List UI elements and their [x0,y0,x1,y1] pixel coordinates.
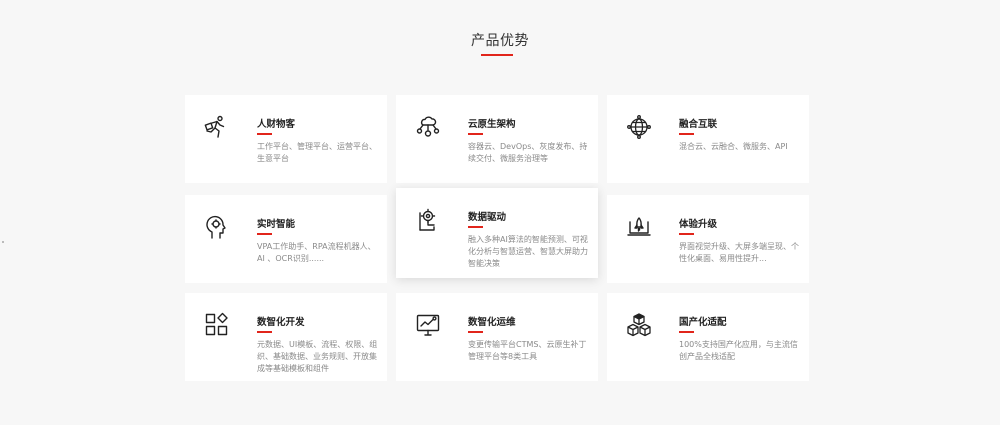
edge-mark [2,241,4,243]
card-underline [679,233,694,235]
advantage-card-experience[interactable]: 体验升级 界面视觉升级、大屏多端呈现、个性化桌面、易用性提升... [607,195,809,283]
card-description: 变更传输平台CTMS、云原生补丁管理平台等8类工具 [468,340,587,361]
advantage-card-people[interactable]: 人财物客 工作平台、管理平台、运营平台、生意平台 [185,95,387,183]
card-underline [257,233,272,235]
card-title: 人财物客 [257,119,296,130]
card-title: 数智化运维 [468,317,516,328]
card-underline [257,133,272,135]
card-underline [468,133,483,135]
card-underline [679,133,694,135]
advantage-card-digital-dev[interactable]: 数智化开发 元数据、UI模板、流程、权限、组织、基础数据、业务规则、开放集成等基… [185,293,387,381]
cloud-network-icon [415,114,441,140]
card-description: 容器云、DevOps、灰度发布、持续交付、微服务治理等 [468,142,588,163]
card-title: 数据驱动 [468,212,507,223]
card-title: 云原生架构 [468,119,516,130]
card-description: 混合云、云融合、微服务、API [679,142,788,151]
card-description: 元数据、UI模板、流程、权限、组织、基础数据、业务规则、开放集成等基础模板和组件 [257,340,378,373]
advantage-card-localization[interactable]: 国产化适配 100%支持国产化应用，与主流信创产品全栈适配 [607,293,809,381]
card-underline [257,331,272,333]
card-title: 数智化开发 [257,317,305,328]
card-description: 100%支持国产化应用，与主流信创产品全栈适配 [679,340,798,361]
advantage-card-data-driven[interactable]: 数据驱动 融入多种AI算法的智能预测、可视化分析与智慧运营、智慧大屏助力智能决策 [396,188,598,278]
advantage-card-integration[interactable]: 融合互联 混合云、云融合、微服务、API [607,95,809,183]
advantage-card-cloud-native[interactable]: 云原生架构 容器云、DevOps、灰度发布、持续交付、微服务治理等 [396,95,598,183]
card-description: VPA工作助手、RPA流程机器人、AI 、OCR识别...... [257,242,376,263]
running-person-icon [204,114,230,140]
advantage-card-realtime-ai[interactable]: 实时智能 VPA工作助手、RPA流程机器人、AI 、OCR识别...... [185,195,387,283]
card-title: 体验升级 [679,219,718,230]
card-description: 工作平台、管理平台、运营平台、生意平台 [257,142,377,163]
title-underline [481,54,513,56]
grid-blocks-icon [204,312,230,338]
card-title: 融合互联 [679,119,718,130]
data-drive-icon [415,207,441,233]
card-description: 界面视觉升级、大屏多端呈现、个性化桌面、易用性提升... [679,242,799,263]
card-title: 实时智能 [257,219,296,230]
section-title: 产品优势 [471,33,529,49]
monitor-chart-icon [415,312,441,338]
card-underline [468,331,483,333]
head-brain-icon [204,214,230,240]
advantage-card-digital-ops[interactable]: 数智化运维 变更传输平台CTMS、云原生补丁管理平台等8类工具 [396,293,598,381]
card-description: 融入多种AI算法的智能预测、可视化分析与智慧运营、智慧大屏助力智能决策 [468,235,588,268]
laptop-rocket-icon [626,214,652,240]
card-underline [468,226,483,228]
card-title: 国产化适配 [679,317,727,328]
card-underline [679,331,694,333]
cubes-icon [626,312,652,338]
globe-network-icon [626,114,652,140]
